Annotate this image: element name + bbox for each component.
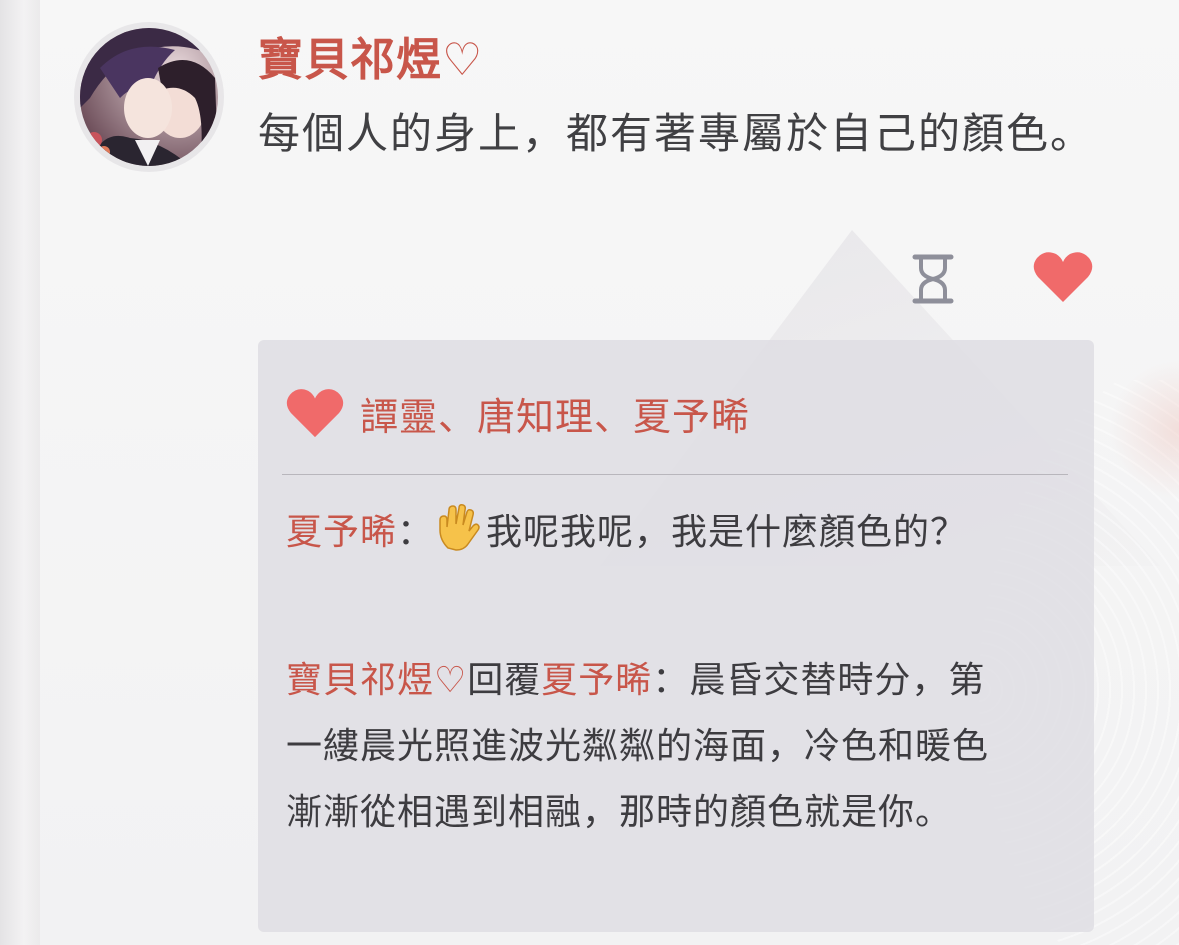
- post-text: 每個人的身上，都有著專屬於自己的顏色。: [258, 109, 1095, 158]
- likes-names[interactable]: 譚靈、唐知理、夏予晞: [360, 386, 750, 441]
- avatar[interactable]: [80, 28, 218, 166]
- post-author-name[interactable]: 寶貝祁煜♡: [258, 30, 483, 90]
- reply-label: 回覆: [467, 660, 542, 701]
- reply-to-name[interactable]: 夏予晞: [541, 660, 652, 701]
- background-glow: [1109, 360, 1179, 500]
- comment-item[interactable]: 寶貝祁煜♡回覆夏予晞：晨昏交替時分，第一縷晨光照進波光粼粼的海面，冷色和暖色漸漸…: [286, 648, 1006, 846]
- comment-author[interactable]: 寶貝祁煜♡: [286, 660, 467, 701]
- comment-item[interactable]: 夏予晞： 我呢我呢，我是什麼顏色的？: [286, 500, 1006, 566]
- avatar-image: [80, 28, 218, 166]
- comment-separator: ：: [397, 512, 435, 553]
- heart-icon[interactable]: [1032, 250, 1094, 304]
- left-edge-strip: [0, 0, 40, 945]
- divider: [282, 474, 1068, 475]
- raised-hand-emoji: [439, 504, 480, 551]
- comment-text: 我呢我呢，我是什麼顏色的？: [486, 512, 968, 553]
- comment-author[interactable]: 夏予晞: [286, 512, 397, 553]
- likes-row: 譚靈、唐知理、夏予晞: [284, 378, 750, 448]
- comment-separator: ：: [652, 660, 690, 701]
- heart-icon: [286, 389, 344, 438]
- hourglass-icon[interactable]: [912, 254, 954, 304]
